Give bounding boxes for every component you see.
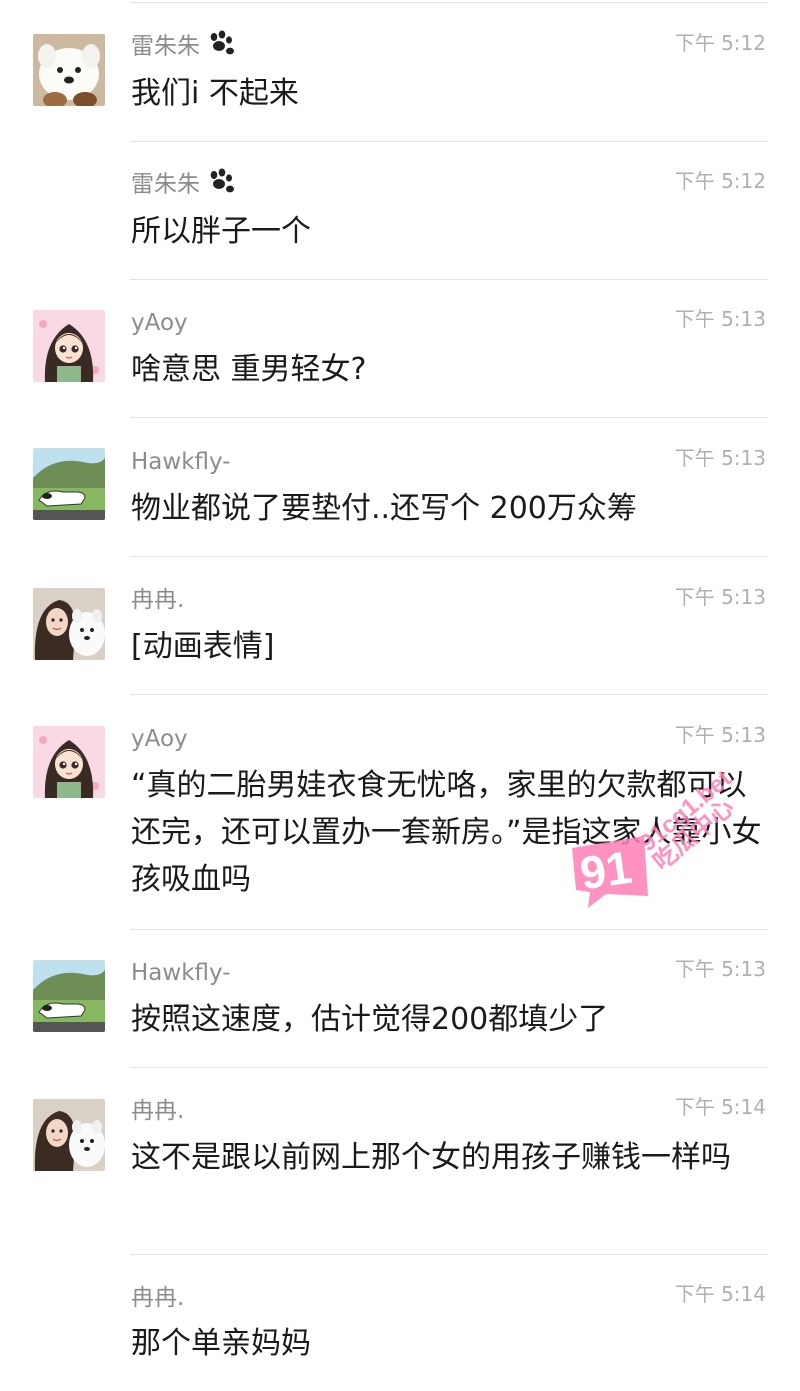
snoopy-avatar[interactable] xyxy=(33,960,105,1032)
girl-with-dog-avatar[interactable] xyxy=(33,588,105,660)
sender-name: 雷朱朱 xyxy=(131,168,236,202)
sender-name: 冉冉. xyxy=(131,587,185,613)
snoopy-avatar[interactable] xyxy=(33,448,105,520)
divider xyxy=(130,556,768,557)
message-text[interactable]: [动画表情] xyxy=(131,623,766,670)
divider xyxy=(130,279,768,280)
message-text[interactable]: 我们i 不起来 xyxy=(131,70,766,117)
message-text[interactable]: “真的二胎男娃衣食无忧咯，家里的欠款都可以还完，还可以置办一套新房。”是指这家人… xyxy=(131,762,766,903)
sender-name: yAoy xyxy=(131,310,188,336)
sender-name: 冉冉. xyxy=(131,1098,185,1124)
message-time: 下午 5:12 xyxy=(674,31,766,55)
divider xyxy=(130,417,768,418)
divider-top xyxy=(130,2,768,3)
sender-name: 冉冉. xyxy=(131,1285,185,1311)
divider xyxy=(130,141,768,142)
message-time: 下午 5:14 xyxy=(674,1095,766,1119)
message-time: 下午 5:12 xyxy=(674,169,766,193)
sender-name-text: 雷朱朱 xyxy=(131,171,200,198)
sender-name: 雷朱朱 xyxy=(131,30,236,64)
message-text[interactable]: 这不是跟以前网上那个女的用孩子赚钱一样吗 xyxy=(131,1134,766,1181)
message-text[interactable]: 物业都说了要垫付..还写个 200万众筹 xyxy=(131,485,766,532)
message-time: 下午 5:14 xyxy=(674,1282,766,1306)
divider xyxy=(130,694,768,695)
message-text[interactable]: 按照这速度，估计觉得200都填少了 xyxy=(131,996,766,1043)
sender-name: Hawkfly- xyxy=(131,449,231,475)
message-time: 下午 5:13 xyxy=(674,723,766,747)
message-time: 下午 5:13 xyxy=(674,957,766,981)
cartoon-girl-avatar[interactable] xyxy=(33,310,105,382)
paw-icon xyxy=(206,168,236,202)
sender-name: yAoy xyxy=(131,726,188,752)
sender-name-text: 雷朱朱 xyxy=(131,33,200,60)
message-text[interactable]: 啥意思 重男轻女? xyxy=(131,346,766,393)
dog-avatar[interactable] xyxy=(33,34,105,106)
girl-with-dog-avatar[interactable] xyxy=(33,1099,105,1171)
message-time: 下午 5:13 xyxy=(674,307,766,331)
message-time: 下午 5:13 xyxy=(674,446,766,470)
message-time: 下午 5:13 xyxy=(674,585,766,609)
sender-name: Hawkfly- xyxy=(131,960,231,986)
message-text[interactable]: 所以胖子一个 xyxy=(131,208,766,255)
divider xyxy=(130,1067,768,1068)
message-text[interactable]: 那个单亲妈妈 xyxy=(131,1320,766,1367)
divider xyxy=(130,1254,768,1255)
cartoon-girl-avatar[interactable] xyxy=(33,726,105,798)
divider xyxy=(130,929,768,930)
paw-icon xyxy=(206,30,236,64)
